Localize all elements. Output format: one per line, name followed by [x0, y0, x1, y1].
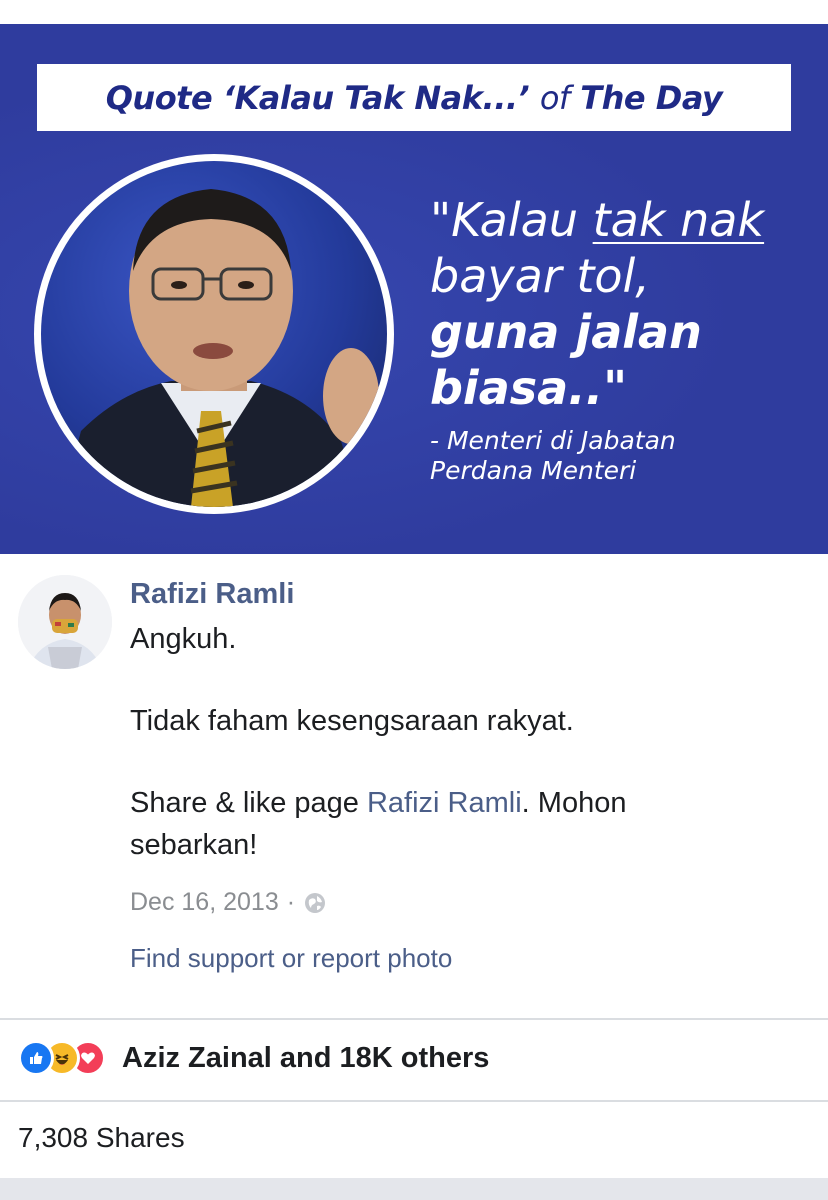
post-paragraph-2: Tidak faham kesengsaraan rakyat. — [130, 705, 574, 737]
report-photo-link[interactable]: Find support or report photo — [130, 943, 452, 974]
quote-line1b: tak nak — [592, 193, 765, 247]
post-paragraph-3: Share & like page Rafizi Ramli. Mohon se… — [130, 782, 626, 866]
globe-icon — [303, 891, 327, 915]
attribution-line2: Perdana Menteri — [430, 456, 637, 485]
post-paragraph-1: Angkuh. — [130, 623, 237, 655]
banner-title-box: Quote ‘Kalau Tak Nak...’ of The Day — [37, 64, 791, 131]
meta-separator: · — [286, 888, 296, 916]
post-meta: Dec 16, 2013 · — [130, 888, 327, 917]
quote-line3: guna jalan — [430, 305, 702, 359]
quote-line2: bayar tol, — [430, 249, 650, 303]
bottom-band — [0, 1178, 828, 1200]
author-mention-link[interactable]: Rafizi Ramli — [367, 787, 522, 819]
post-date[interactable]: Dec 16, 2013 — [130, 888, 279, 917]
reactions-text: Aziz Zainal and 18K others — [122, 1041, 490, 1074]
quote-attribution: - Menteri di Jabatan Perdana Menteri — [430, 426, 810, 486]
banner-quote: "Kalau tak nak bayar tol, guna jalan bia… — [430, 192, 810, 416]
divider-top — [0, 1018, 828, 1020]
portrait-photo — [41, 161, 387, 507]
banner-title: Quote ‘Kalau Tak Nak...’ of The Day — [106, 79, 723, 117]
post-paragraph-3-suffix: . Mohon — [521, 787, 627, 819]
reactions-summary[interactable]: Aziz Zainal and 18K others — [18, 1040, 489, 1076]
post-photo[interactable]: Quote ‘Kalau Tak Nak...’ of The Day "Kal… — [0, 24, 828, 554]
like-icon — [18, 1040, 54, 1076]
top-gap — [0, 0, 828, 24]
attribution-line1: - Menteri di Jabatan — [430, 426, 676, 455]
shares-count[interactable]: 7,308 Shares — [18, 1122, 185, 1154]
quote-line1a: "Kalau — [430, 193, 593, 247]
divider-bottom — [0, 1100, 828, 1102]
quote-line4: biasa.." — [430, 361, 628, 415]
banner-title-part3: The Day — [580, 78, 723, 117]
post-paragraph-3-line2: sebarkan! — [130, 829, 258, 861]
banner-title-part1: Quote ‘Kalau Tak Nak...’ — [105, 78, 530, 117]
author-avatar[interactable] — [18, 575, 112, 669]
banner-title-part2: of — [539, 78, 570, 117]
post-paragraph-3-prefix: Share & like page — [130, 787, 367, 819]
author-name[interactable]: Rafizi Ramli — [130, 578, 294, 611]
